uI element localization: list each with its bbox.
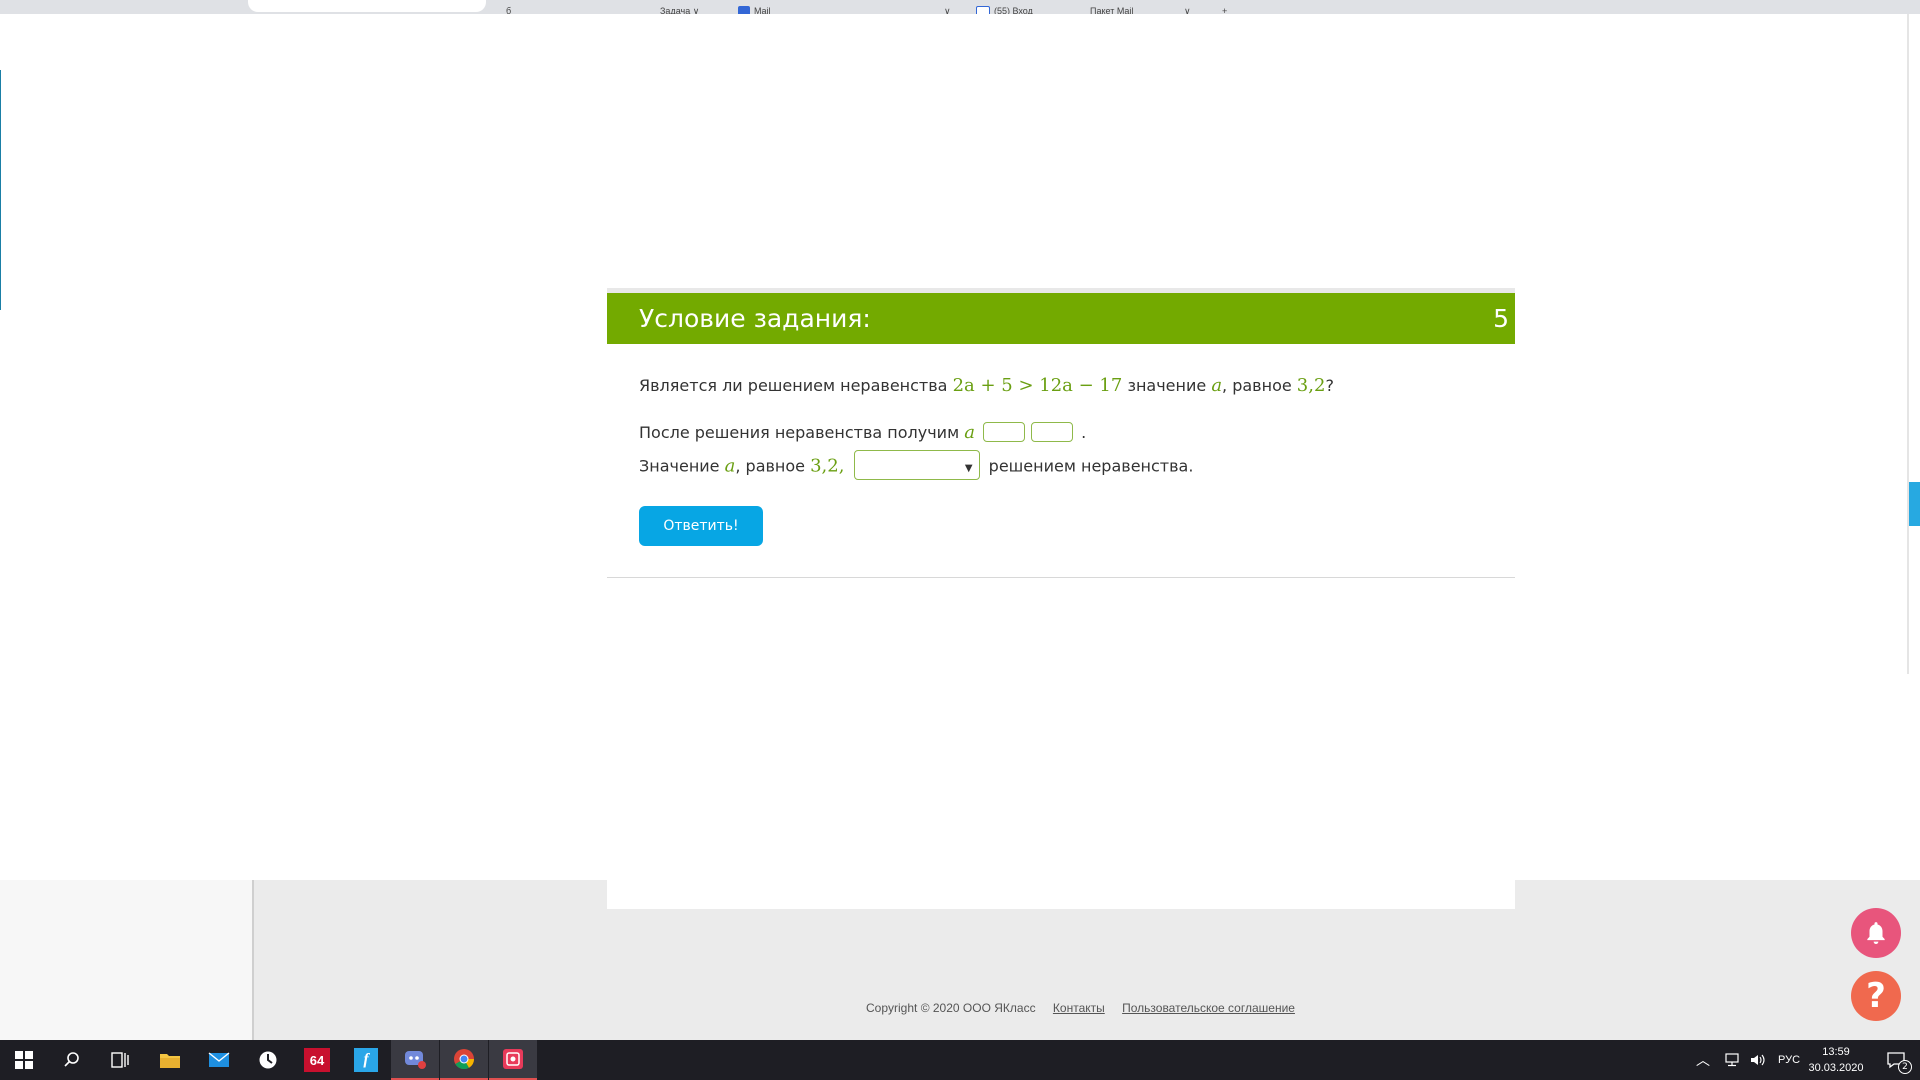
browser-tab-strip: б Задача ∨ Mail ∨ (55) Вход Пакет Mail ∨… — [0, 0, 1920, 14]
footer-agreement-link[interactable]: Пользовательское соглашение — [1122, 1001, 1295, 1015]
taskbar-app-64[interactable]: 64 — [293, 1040, 341, 1080]
taskbar-chrome[interactable] — [440, 1040, 488, 1080]
browser-tab-fragment[interactable]: ∨ — [944, 6, 951, 14]
volume-icon[interactable] — [1750, 1053, 1766, 1067]
answer-line-1-text: После решения неравенства получим — [639, 423, 960, 442]
clock-time: 13:59 — [1822, 1046, 1850, 1058]
question-prefix: Является ли решением неравенства — [639, 376, 948, 395]
browser-tab-fragment[interactable]: ∨ — [1184, 6, 1191, 14]
browser-tab-label: Mail — [754, 6, 771, 14]
inequality-formula: 2a + 5 > 12a − 17 — [952, 375, 1123, 396]
browser-tab-fragment[interactable]: Задача ∨ — [660, 6, 699, 14]
answer-line-2: Значение a, равное 3,2, ▼ решением нерав… — [639, 450, 1194, 482]
task-question: Является ли решением неравенства 2a + 5 … — [639, 374, 1334, 398]
help-button[interactable]: ? — [1851, 971, 1901, 1021]
screen: б Задача ∨ Mail ∨ (55) Вход Пакет Mail ∨… — [0, 0, 1920, 1080]
bell-icon — [1867, 922, 1885, 945]
recorder-icon — [503, 1049, 523, 1069]
footer-contacts-link[interactable]: Контакты — [1053, 1001, 1105, 1015]
network-icon[interactable] — [1724, 1053, 1740, 1067]
sidebar-area — [0, 880, 254, 1040]
question-mark-icon: ? — [1866, 976, 1886, 1016]
footer: Copyright © 2020 ООО ЯКласс Контакты Пол… — [866, 1001, 1295, 1015]
answer-line-2-suffix: решением неравенства. — [988, 456, 1194, 476]
taskbar-search-button[interactable] — [48, 1040, 96, 1080]
answer-line-2-prefix: Значение — [639, 456, 720, 476]
feedback-side-tab[interactable] — [1909, 482, 1920, 526]
active-browser-tab[interactable] — [248, 0, 486, 12]
question-equal-word: , равное — [1222, 376, 1292, 395]
answer-line-1: После решения неравенства получим a . — [639, 421, 1086, 445]
browser-tab-label: (55) Вход — [994, 6, 1033, 14]
number-input[interactable] — [1031, 421, 1074, 442]
variable-a: a — [724, 455, 736, 477]
page-gutter — [254, 880, 607, 1040]
task-view-button[interactable] — [96, 1040, 144, 1080]
vk-tab-icon — [976, 6, 990, 14]
taskbar-screen-recorder[interactable] — [489, 1040, 537, 1080]
mail-icon — [208, 1052, 230, 1067]
value-formula: 3,2, — [810, 455, 845, 477]
taskbar-clock[interactable]: 13:59 30.03.2020 — [1800, 1044, 1872, 1076]
left-edge-rule — [0, 70, 1, 310]
f-app-icon: f — [354, 1048, 378, 1072]
taskbar-file-explorer[interactable] — [146, 1040, 194, 1080]
start-button[interactable] — [0, 1040, 48, 1080]
clock-icon — [259, 1051, 277, 1069]
folder-icon — [160, 1054, 180, 1068]
scrollbar-track[interactable] — [1907, 14, 1909, 674]
browser-tab-fragment: б — [506, 6, 512, 14]
taskbar-app-f[interactable]: f — [342, 1040, 390, 1080]
question-suffix: ? — [1325, 376, 1334, 395]
variable-a: a — [1211, 375, 1223, 396]
app-64-icon: 64 — [304, 1048, 330, 1072]
input-language-indicator[interactable]: РУС — [1778, 1054, 1800, 1066]
chrome-icon — [454, 1049, 475, 1070]
task-header: Условие задания: 5 — [607, 293, 1515, 344]
new-tab-button[interactable]: + — [1222, 6, 1227, 14]
notifications-button[interactable] — [1851, 908, 1901, 958]
answer-line-1-period: . — [1081, 423, 1087, 442]
task-title: Условие задания: — [639, 304, 871, 333]
discord-icon — [405, 1051, 426, 1069]
search-icon — [64, 1052, 79, 1067]
footer-copyright: Copyright © 2020 ООО ЯКласс — [866, 1001, 1036, 1015]
browser-tab-vk[interactable]: (55) Вход — [976, 6, 1033, 14]
notification-count-badge: 2 — [1898, 1060, 1912, 1074]
taskbar-discord[interactable] — [391, 1040, 439, 1080]
task-bottom-divider — [607, 577, 1515, 578]
clock-date: 30.03.2020 — [1808, 1062, 1864, 1074]
task-number: 5 — [1493, 304, 1509, 333]
browser-tab-mail[interactable]: Mail — [738, 6, 771, 14]
action-center-button[interactable]: 2 — [1872, 1040, 1920, 1080]
answer-line-2-equal-word: , равное — [735, 456, 806, 476]
tray-chevron-icon[interactable]: ︿ — [1696, 1050, 1710, 1070]
sign-input[interactable] — [983, 421, 1026, 442]
is-solution-select[interactable]: ▼ — [853, 450, 980, 480]
windows-logo-icon — [15, 1051, 33, 1069]
system-tray: ︿ РУС — [1696, 1040, 1800, 1080]
question-middle: значение — [1127, 376, 1207, 395]
value-formula: 3,2 — [1296, 375, 1326, 396]
variable-a: a — [964, 422, 975, 443]
task-view-icon — [111, 1052, 129, 1068]
dropdown-arrow-icon: ▼ — [964, 463, 973, 474]
submit-answer-button[interactable]: Ответить! — [639, 506, 763, 546]
mail-tab-icon — [738, 6, 750, 14]
windows-taskbar: 64 f ︿ РУС 13:59 30.03.2020 2 — [0, 1040, 1920, 1080]
taskbar-mail[interactable] — [195, 1040, 243, 1080]
browser-tab-fragment[interactable]: Пакет Mail — [1090, 6, 1133, 14]
taskbar-clock-app[interactable] — [244, 1040, 292, 1080]
